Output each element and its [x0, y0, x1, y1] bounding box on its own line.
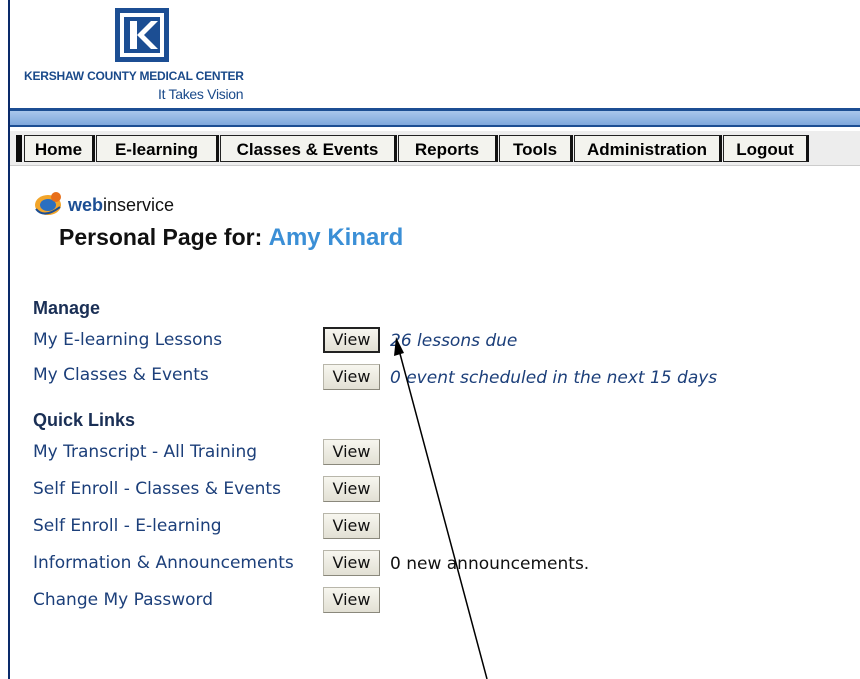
view-announcements-button[interactable]: View	[323, 550, 380, 576]
nav-reports[interactable]: Reports	[398, 135, 498, 162]
kershaw-logo-icon	[115, 8, 169, 62]
user-name: Amy Kinard	[268, 224, 404, 251]
organization-name: KERSHAW COUNTY MEDICAL CENTER	[24, 69, 244, 83]
announcements-status: 0 new announcements.	[390, 554, 590, 574]
brand-prefix: web	[68, 195, 104, 215]
nav-e-learning[interactable]: E-learning	[96, 135, 219, 162]
brand-suffix: inservice	[103, 195, 175, 215]
view-classes-events-button[interactable]: View	[323, 364, 380, 390]
view-change-password-button[interactable]: View	[323, 587, 380, 613]
my-classes-events-link[interactable]: My Classes & Events	[33, 365, 209, 385]
nav-edge	[16, 135, 22, 162]
nav-tools[interactable]: Tools	[499, 135, 573, 162]
change-password-link[interactable]: Change My Password	[33, 590, 213, 610]
organization-tagline: It Takes Vision	[158, 86, 244, 102]
webinservice-logo-icon	[32, 189, 64, 217]
quick-links-heading: Quick Links	[33, 410, 136, 430]
my-e-learning-lessons-link[interactable]: My E-learning Lessons	[33, 330, 222, 350]
nav-administration[interactable]: Administration	[574, 135, 722, 162]
view-self-enroll-classes-button[interactable]: View	[323, 476, 380, 502]
information-announcements-link[interactable]: Information & Announcements	[33, 553, 294, 573]
manage-heading: Manage	[33, 298, 101, 318]
view-self-enroll-e-learning-button[interactable]: View	[323, 513, 380, 539]
page-title: Personal Page for: Amy Kinard	[59, 224, 403, 252]
view-e-learning-lessons-button[interactable]: View	[323, 327, 380, 353]
nav-home[interactable]: Home	[24, 135, 95, 162]
left-border	[8, 0, 10, 679]
self-enroll-e-learning-link[interactable]: Self Enroll - E-learning	[33, 516, 222, 536]
events-scheduled-status: 0 event scheduled in the next 15 days	[390, 368, 718, 388]
my-transcript-link[interactable]: My Transcript - All Training	[33, 442, 257, 462]
main-nav: Home E-learning Classes & Events Reports…	[10, 127, 860, 166]
webinservice-brand: webinservice	[68, 195, 174, 216]
lessons-due-status: 26 lessons due	[390, 331, 518, 351]
header-band-light	[10, 111, 860, 127]
nav-logout[interactable]: Logout	[723, 135, 809, 162]
nav-classes-events[interactable]: Classes & Events	[220, 135, 397, 162]
view-transcript-button[interactable]: View	[323, 439, 380, 465]
self-enroll-classes-link[interactable]: Self Enroll - Classes & Events	[33, 479, 281, 499]
page-title-prefix: Personal Page for:	[59, 224, 263, 250]
